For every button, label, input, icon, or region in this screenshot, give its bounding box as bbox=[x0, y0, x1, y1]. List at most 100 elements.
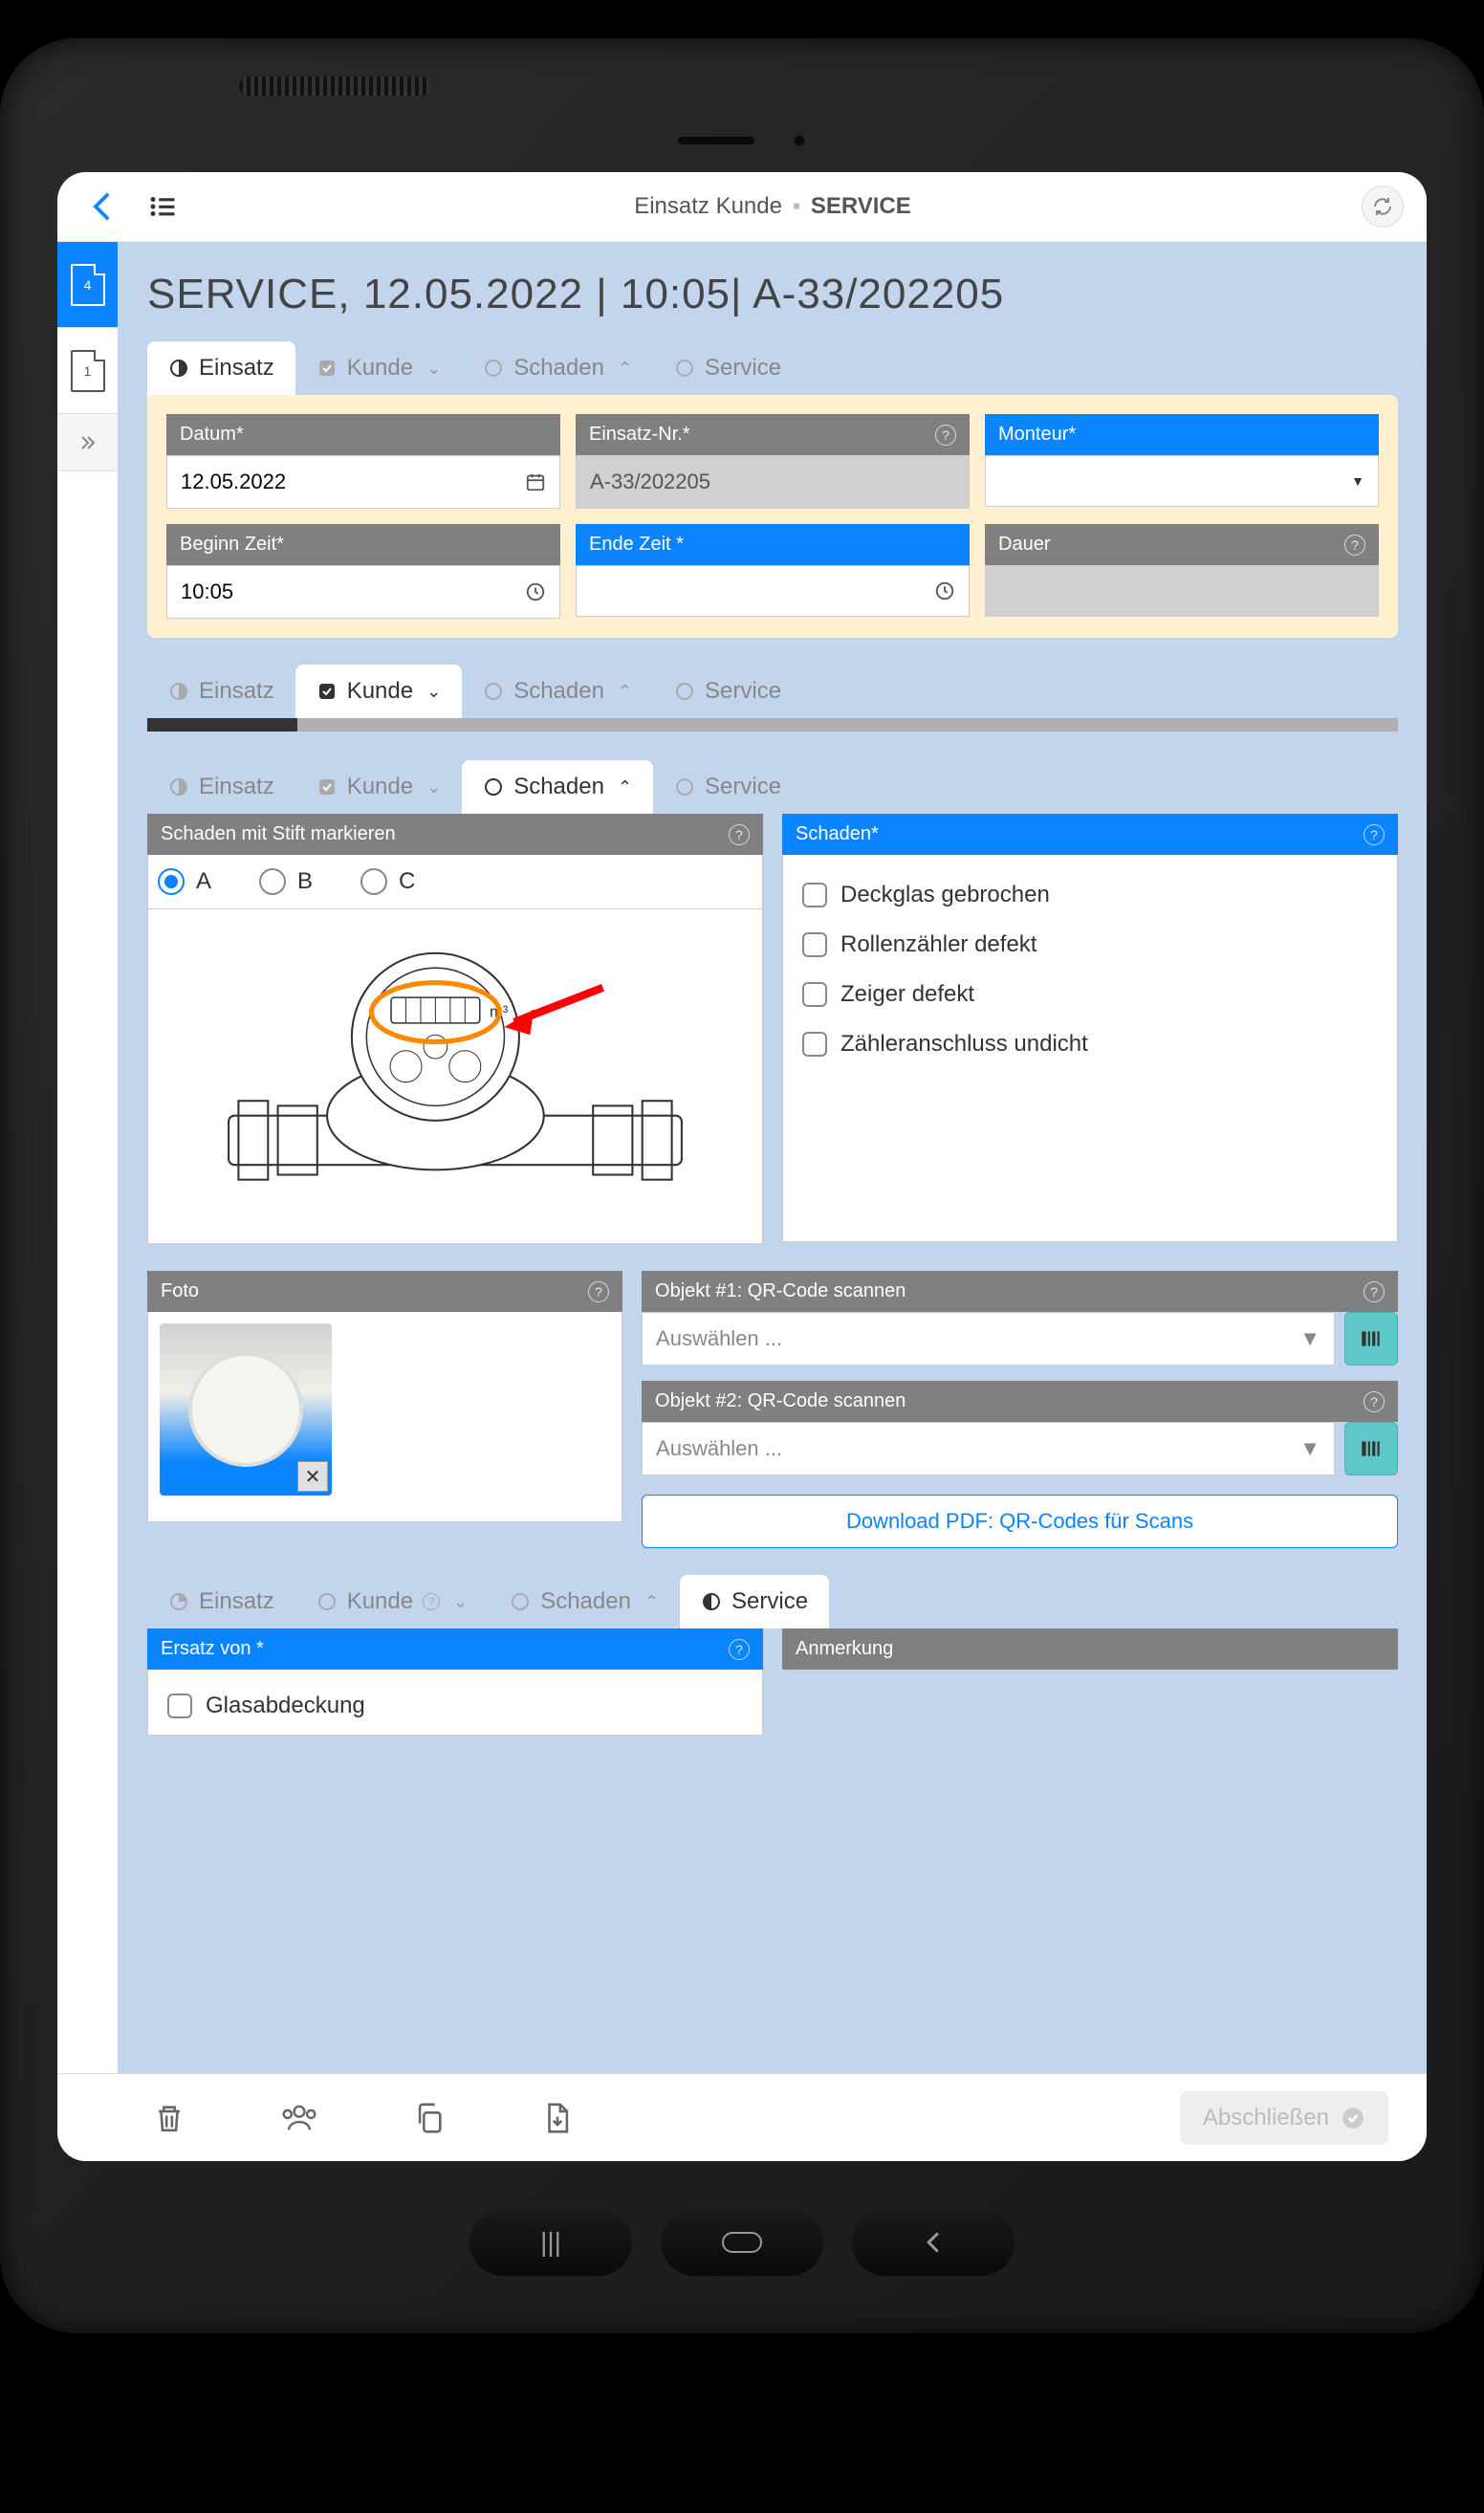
chevron-down-icon: ⌄ bbox=[453, 1592, 468, 1612]
tab-schaden[interactable]: Schaden ⌃ bbox=[489, 1575, 680, 1628]
topbar-title-left: Einsatz Kunde bbox=[634, 193, 782, 219]
beginn-input[interactable]: 10:05 bbox=[166, 565, 560, 619]
photo-thumbnail[interactable]: ✕ bbox=[160, 1323, 332, 1496]
help-icon[interactable]: ? bbox=[1364, 824, 1385, 845]
tab-kunde[interactable]: Kunde ⌄ bbox=[295, 760, 463, 814]
foto-box[interactable]: ✕ bbox=[147, 1312, 622, 1522]
download-pdf-link[interactable]: Download PDF: QR-Codes für Scans bbox=[642, 1495, 1398, 1548]
chevron-up-icon: ⌃ bbox=[618, 682, 632, 702]
help-icon[interactable]: ? bbox=[1364, 1391, 1385, 1412]
radio-c[interactable]: C bbox=[360, 868, 415, 895]
bottombar: Abschließen bbox=[57, 2073, 1427, 2161]
qr-scan-button-2[interactable] bbox=[1344, 1422, 1398, 1475]
sidebar-doc-2[interactable]: 1 bbox=[57, 328, 118, 414]
circle-icon bbox=[674, 776, 695, 798]
obj2-select[interactable]: Auswählen ...▼ bbox=[642, 1422, 1335, 1475]
tab-schaden[interactable]: Schaden ⌃ bbox=[462, 760, 653, 814]
schaden-radio-row: A B C bbox=[147, 855, 763, 909]
delete-photo-button[interactable]: ✕ bbox=[297, 1461, 328, 1492]
check-square-icon bbox=[316, 776, 338, 798]
tab-service[interactable]: Service bbox=[680, 1575, 829, 1628]
check-circle-icon bbox=[1341, 2106, 1365, 2131]
trash-icon[interactable] bbox=[153, 2102, 186, 2134]
hw-back-button[interactable] bbox=[852, 2209, 1015, 2276]
refresh-button[interactable] bbox=[1362, 186, 1404, 228]
users-icon[interactable] bbox=[281, 2102, 317, 2134]
help-icon[interactable]: ? bbox=[588, 1281, 609, 1302]
qr-scan-button-1[interactable] bbox=[1344, 1312, 1398, 1366]
qr-block-2: Objekt #2: QR-Code scannen? Auswählen ..… bbox=[642, 1381, 1398, 1475]
tab-label: Einsatz bbox=[199, 678, 274, 705]
tab-einsatz[interactable]: Einsatz bbox=[147, 665, 295, 718]
tab-service[interactable]: Service bbox=[653, 341, 802, 395]
chevron-down-icon: ⌄ bbox=[426, 777, 441, 798]
tab-label: Schaden bbox=[513, 774, 604, 800]
page-title: SERVICE, 12.05.2022 | 10:05| A-33/202205 bbox=[147, 271, 1398, 318]
tab-label: Schaden bbox=[540, 1588, 631, 1615]
quarter-circle-icon bbox=[168, 1591, 189, 1612]
tab-label: Schaden bbox=[513, 678, 604, 705]
help-icon[interactable]: ? bbox=[1364, 1281, 1385, 1302]
service-panel: Ersatz von *? Glasabdeckung Anmerkung bbox=[147, 1628, 1398, 1736]
schaden-checklist: Deckglas gebrochen Rollenzähler defekt Z… bbox=[782, 855, 1398, 1242]
qr-col: Objekt #1: QR-Code scannen? Auswählen ..… bbox=[642, 1271, 1398, 1548]
help-icon[interactable]: ? bbox=[423, 1593, 440, 1610]
check-zeiger[interactable]: Zeiger defekt bbox=[798, 970, 1382, 1019]
tab-kunde[interactable]: Kunde ⌄ bbox=[295, 341, 463, 395]
finish-button[interactable]: Abschließen bbox=[1180, 2091, 1388, 2145]
monteur-select[interactable]: ▼ bbox=[985, 455, 1379, 507]
topbar: Einsatz Kunde ▪ SERVICE bbox=[57, 172, 1427, 242]
foto-qr-row: Foto? ✕ Objekt #1: QR-Code scannen? bbox=[147, 1271, 1398, 1548]
clock-icon bbox=[525, 581, 546, 602]
radio-a[interactable]: A bbox=[158, 868, 211, 895]
tab-label: Kunde bbox=[347, 1588, 413, 1615]
qr-block-1: Objekt #1: QR-Code scannen? Auswählen ..… bbox=[642, 1271, 1398, 1366]
help-icon[interactable]: ? bbox=[729, 824, 750, 845]
tab-kunde[interactable]: Kunde ⌄ bbox=[295, 665, 463, 718]
datum-input[interactable]: 12.05.2022 bbox=[166, 455, 560, 509]
tab-label: Kunde bbox=[347, 678, 413, 705]
check-rollenzaehler[interactable]: Rollenzähler defekt bbox=[798, 920, 1382, 970]
tab-kunde[interactable]: Kunde ? ⌄ bbox=[295, 1575, 490, 1628]
monteur-label: Monteur* bbox=[985, 414, 1379, 455]
caret-down-icon: ▼ bbox=[1299, 1436, 1320, 1461]
tab-einsatz[interactable]: Einsatz bbox=[147, 1575, 295, 1628]
sidebar-expand[interactable] bbox=[57, 414, 118, 471]
radio-b[interactable]: B bbox=[259, 868, 313, 895]
datum-label: Datum* bbox=[166, 414, 560, 455]
hw-home-button[interactable] bbox=[661, 2209, 823, 2276]
check-glasabdeckung[interactable]: Glasabdeckung bbox=[164, 1681, 747, 1731]
hw-recent-button[interactable]: ||| bbox=[469, 2209, 632, 2276]
help-icon[interactable]: ? bbox=[1344, 535, 1365, 556]
pdf-icon[interactable] bbox=[541, 2102, 574, 2134]
schaden-diagram[interactable]: m³ bbox=[147, 909, 763, 1244]
tab-service[interactable]: Service bbox=[653, 665, 802, 718]
mark-label: Schaden mit Stift markieren? bbox=[147, 814, 763, 855]
help-icon[interactable]: ? bbox=[729, 1639, 750, 1660]
tabs-einsatz: Einsatz Kunde ⌄ Schaden ⌃ Service bbox=[147, 341, 1398, 395]
ende-input[interactable] bbox=[576, 565, 970, 617]
speaker-slot bbox=[678, 137, 754, 144]
back-button[interactable] bbox=[80, 186, 122, 228]
list-icon[interactable] bbox=[142, 186, 184, 228]
help-icon[interactable]: ? bbox=[935, 425, 956, 446]
tabs-kunde: Einsatz Kunde ⌄ Schaden ⌃ Service bbox=[147, 665, 1398, 718]
doc-badge-1: 4 bbox=[84, 277, 92, 293]
check-anschluss[interactable]: Zähleranschluss undicht bbox=[798, 1019, 1382, 1069]
tab-schaden[interactable]: Schaden ⌃ bbox=[462, 341, 653, 395]
chevron-up-icon: ⌃ bbox=[644, 1592, 659, 1612]
tablet-frame: Einsatz Kunde ▪ SERVICE 4 1 bbox=[0, 38, 1484, 2333]
tab-einsatz[interactable]: Einsatz bbox=[147, 341, 295, 395]
sidebar-doc-1[interactable]: 4 bbox=[57, 242, 118, 328]
tab-schaden[interactable]: Schaden ⌃ bbox=[462, 665, 653, 718]
bottom-icons bbox=[153, 2102, 574, 2134]
check-deckglas[interactable]: Deckglas gebrochen bbox=[798, 870, 1382, 920]
einsatznr-label: Einsatz-Nr.*? bbox=[576, 414, 970, 455]
tab-service[interactable]: Service bbox=[653, 760, 802, 814]
tab-einsatz[interactable]: Einsatz bbox=[147, 760, 295, 814]
tab-label: Schaden bbox=[513, 355, 604, 382]
obj1-select[interactable]: Auswählen ...▼ bbox=[642, 1312, 1335, 1366]
copy-icon[interactable] bbox=[413, 2102, 446, 2134]
foto-col: Foto? ✕ bbox=[147, 1271, 622, 1548]
water-meter-diagram: m³ bbox=[167, 929, 743, 1224]
